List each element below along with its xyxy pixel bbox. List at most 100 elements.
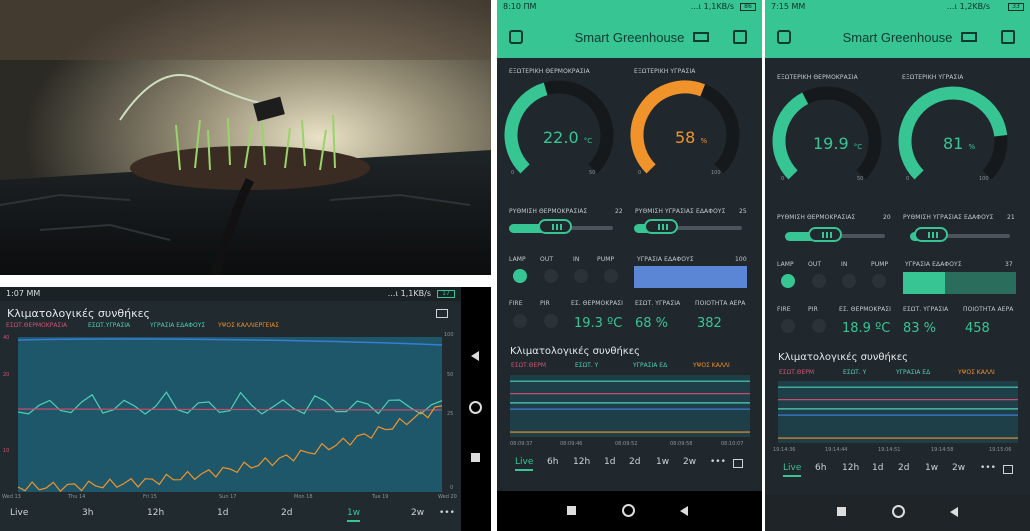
tab-live[interactable]: Live [515, 457, 534, 471]
home-icon[interactable] [469, 401, 482, 414]
y-tick: 20 [3, 372, 10, 378]
tab-1w[interactable]: 1w [656, 457, 669, 467]
slider-thumb[interactable] [537, 219, 572, 234]
tab-2d[interactable]: 2d [281, 508, 292, 518]
tab-12h[interactable]: 12h [842, 463, 859, 473]
time-range-tabs: Live 3h 12h 1d 2d 1w 2w ••• [0, 508, 461, 528]
tab-12h[interactable]: 12h [147, 508, 164, 518]
time-range-tabs: Live 6h 12h 1d 2d 1w 2w ••• [765, 463, 1030, 483]
led-indicator [513, 314, 527, 328]
y-tick: 10 [3, 448, 10, 454]
led-label: FIRE [509, 300, 523, 307]
recents-icon[interactable] [837, 507, 846, 516]
air-quality-value: 458 [965, 321, 990, 336]
tab-12h[interactable]: 12h [573, 457, 590, 467]
slider-thumb[interactable] [644, 219, 678, 234]
gauge-min: 0 [781, 176, 785, 182]
x-tick: Tue 19 [372, 494, 389, 500]
tab-2d[interactable]: 2d [629, 457, 640, 467]
x-tick: 08:09:52 [615, 441, 638, 447]
slider-thumb[interactable] [808, 227, 842, 242]
photo-drawing [0, 0, 491, 277]
slider-label: ΡΥΘΜΙΣΗ ΘΕΡΜΟΚΡΑΣΙΑΣ [777, 214, 856, 221]
x-tick: 08:09:46 [560, 441, 583, 447]
slider-value: 20 [883, 214, 891, 221]
tab-1d[interactable]: 1d [604, 457, 615, 467]
chart-title: Κλιματολογικές συνθήκες [510, 346, 640, 357]
gauge-min: 0 [906, 176, 910, 182]
x-tick: Thu 14 [68, 494, 86, 500]
chart-title: Κλιματολογικές συνθήκες [778, 352, 908, 363]
more-icon[interactable]: ••• [439, 508, 455, 518]
y-tick: 100 [444, 332, 454, 338]
legend-item: ΕΣΩΤ. Υ [575, 362, 599, 369]
led-indicator [842, 274, 856, 288]
back-icon[interactable] [680, 506, 688, 516]
recents-icon[interactable] [567, 506, 576, 515]
display-label: ΕΣΩΤ. ΥΓΡΑΣΙΑ [903, 306, 949, 313]
led-label: OUT [808, 261, 822, 268]
led-label: PIR [808, 306, 818, 313]
x-tick: 19:14:36 [773, 447, 796, 453]
level-label: ΥΓΡΑΣΙΑ ΕΔΑΦΟΥΣ [905, 261, 962, 268]
tab-6h[interactable]: 6h [547, 457, 558, 467]
gauge-value: 81 % [943, 134, 976, 153]
display-label: ΕΣΩΤ. ΥΓΡΑΣΙΑ [635, 300, 681, 307]
inner-temp-value: 18.9 ºC [842, 321, 891, 336]
expand-icon[interactable] [733, 459, 743, 468]
led-indicator [872, 274, 886, 288]
tab-3h[interactable]: 3h [82, 508, 93, 518]
tab-1w[interactable]: 1w [925, 463, 938, 473]
slider-value: 22 [615, 208, 623, 215]
tab-live[interactable]: Live [10, 508, 28, 518]
x-tick: 08:09:58 [670, 441, 693, 447]
chart-area [510, 375, 750, 437]
back-icon[interactable] [950, 507, 958, 517]
tab-2w[interactable]: 2w [683, 457, 696, 467]
led-label: PUMP [597, 256, 615, 263]
expand-icon[interactable] [1003, 465, 1013, 474]
led-label: LAMP [509, 256, 526, 263]
legend-item: ΕΣΩΤ. Υ [843, 369, 867, 376]
slider-thumb[interactable] [914, 227, 948, 242]
system-nav-bar [497, 491, 762, 531]
tab-1d[interactable]: 1d [217, 508, 228, 518]
led-indicator [812, 319, 826, 333]
phone-screen-mid: 8:10 ΠΜ ...ι 1,1KB/s 86 Smart Greenhouse… [497, 0, 762, 531]
tab-2d[interactable]: 2d [898, 463, 909, 473]
gauge-arc [772, 92, 809, 180]
x-tick: Sun 17 [219, 494, 237, 500]
gauge-max: 50 [589, 170, 596, 176]
led-label: PIR [540, 300, 550, 307]
air-quality-value: 382 [697, 316, 722, 331]
led-indicator [544, 269, 558, 283]
legend-item: ΥΨΟΣ ΚΑΛΛΙ [693, 362, 730, 369]
gauge-min: 0 [511, 170, 515, 176]
gauge-max: 100 [711, 170, 721, 176]
recents-icon[interactable] [471, 453, 480, 462]
tab-1d[interactable]: 1d [872, 463, 883, 473]
system-nav-bar [461, 287, 491, 531]
inner-humidity-value: 68 % [635, 316, 669, 331]
history-chart-panel: 1:07 ΜΜ ...ι 1,1KB/s 17 Κλιματολογικές σ… [0, 287, 461, 531]
gauge-value: 58 % [675, 128, 708, 147]
more-icon[interactable]: ••• [980, 463, 996, 473]
led-label: IN [841, 261, 848, 268]
home-icon[interactable] [622, 504, 635, 517]
level-fill [903, 272, 945, 294]
x-tick: 19:15:06 [989, 447, 1012, 453]
tab-2w[interactable]: 2w [952, 463, 965, 473]
x-tick: Wed 13 [2, 494, 21, 500]
slider-label: ΡΥΘΜΙΣΗ ΥΓΡΑΣΙΑΣ ΕΔΑΦΟΥΣ [635, 208, 726, 215]
tab-6h[interactable]: 6h [815, 463, 826, 473]
level-value: 100 [735, 256, 747, 263]
tab-1w[interactable]: 1w [347, 508, 361, 522]
back-icon[interactable] [471, 351, 479, 361]
home-icon[interactable] [892, 505, 905, 518]
more-icon[interactable]: ••• [710, 457, 726, 467]
display-label: ΠΟΙΟΤΗΤΑ ΑΕΡΑ [695, 300, 746, 307]
tab-live[interactable]: Live [783, 463, 802, 477]
level-value: 37 [1005, 261, 1013, 268]
led-label: OUT [540, 256, 554, 263]
tab-2w[interactable]: 2w [411, 508, 424, 518]
